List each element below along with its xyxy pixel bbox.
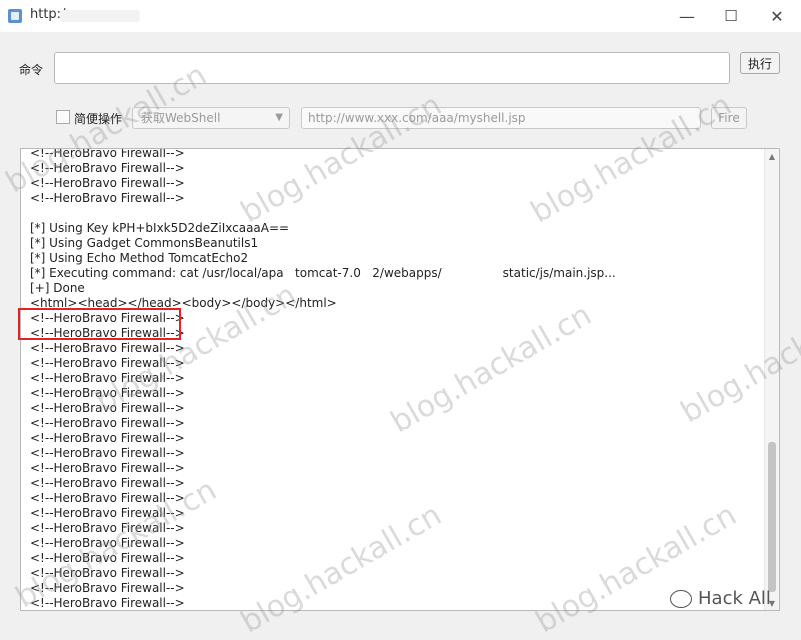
output-line: <!--HeroBravo Firewall--> bbox=[30, 401, 185, 415]
action-select-value: 获取WebShell bbox=[141, 111, 221, 125]
output-line: <!--HeroBravo Firewall--> bbox=[30, 551, 185, 565]
highlight-annotation bbox=[18, 308, 181, 340]
maximize-button[interactable]: ☐ bbox=[709, 0, 753, 32]
output-line bbox=[30, 206, 750, 221]
output-line: <!--HeroBravo Firewall--> bbox=[30, 386, 185, 400]
quick-operation-checkbox[interactable] bbox=[56, 110, 70, 124]
output-line: <!--HeroBravo Firewall--> bbox=[30, 371, 185, 385]
fire-button[interactable]: Fire bbox=[711, 107, 747, 129]
output-line: <!--HeroBravo Firewall--> bbox=[30, 536, 185, 550]
command-label: 命令 bbox=[19, 63, 44, 77]
app-icon bbox=[8, 9, 22, 23]
title-bar: http:/ — ☐ ✕ bbox=[0, 0, 801, 32]
output-line: [*] Executing command: cat /usr/local/ap… bbox=[30, 266, 616, 280]
chevron-down-icon: ▼ bbox=[275, 112, 283, 123]
output-line: <!--HeroBravo Firewall--> bbox=[30, 596, 185, 610]
output-line: [+] Done bbox=[30, 281, 85, 295]
output-line: <!--HeroBravo Firewall--> bbox=[30, 431, 185, 445]
output-line: <!--HeroBravo Firewall--> bbox=[30, 566, 185, 580]
output-line: <!--HeroBravo Firewall--> bbox=[30, 416, 185, 430]
minimize-button[interactable]: — bbox=[665, 0, 709, 32]
output-line: <!--HeroBravo Firewall--> bbox=[30, 176, 185, 190]
command-input[interactable] bbox=[54, 52, 730, 84]
output-area[interactable]: <!--HeroBravo Firewall--> <!--HeroBravo F… bbox=[20, 148, 780, 611]
vertical-scrollbar[interactable]: ▲ ▼ bbox=[764, 149, 779, 610]
scroll-up-icon[interactable]: ▲ bbox=[765, 149, 779, 163]
quick-operation-label: 简便操作 bbox=[74, 112, 123, 126]
output-line: <!--HeroBravo Firewall--> bbox=[30, 356, 185, 370]
output-line: <!--HeroBravo Firewall--> bbox=[30, 476, 185, 490]
output-line: <!--HeroBravo Firewall--> bbox=[30, 491, 185, 505]
output-line: [*] Using Echo Method TomcatEcho2 bbox=[30, 251, 249, 265]
output-line: [*] Using Gadget CommonsBeanutils1 bbox=[30, 236, 259, 250]
execute-button[interactable]: 执行 bbox=[740, 52, 780, 74]
url-input[interactable]: http://www.xxx.com/aaa/myshell.jsp bbox=[301, 107, 701, 129]
output-line: <!--HeroBravo Firewall--> bbox=[30, 148, 185, 160]
close-button[interactable]: ✕ bbox=[755, 0, 799, 32]
wechat-icon bbox=[670, 590, 692, 608]
output-line: <!--HeroBravo Firewall--> bbox=[30, 506, 185, 520]
output-line: <!--HeroBravo Firewall--> bbox=[30, 521, 185, 535]
footer-text: Hack All bbox=[698, 588, 771, 609]
scroll-thumb[interactable] bbox=[768, 442, 776, 592]
output-line: <!--HeroBravo Firewall--> bbox=[30, 191, 185, 205]
output-lines: <!--HeroBravo Firewall--> <!--HeroBravo F… bbox=[30, 148, 750, 610]
footer-mark: Hack All bbox=[670, 588, 771, 609]
output-line: <!--HeroBravo Firewall--> bbox=[30, 161, 185, 175]
title-redaction bbox=[60, 10, 140, 22]
output-line: <!--HeroBravo Firewall--> bbox=[30, 461, 185, 475]
output-line: [*] Using Key kPH+bIxk5D2deZiIxcaaaA== bbox=[30, 221, 290, 235]
output-line: <!--HeroBravo Firewall--> bbox=[30, 341, 185, 355]
output-line: <!--HeroBravo Firewall--> bbox=[30, 446, 185, 460]
action-select[interactable]: 获取WebShell ▼ bbox=[132, 107, 290, 129]
output-line: <!--HeroBravo Firewall--> bbox=[30, 581, 185, 595]
